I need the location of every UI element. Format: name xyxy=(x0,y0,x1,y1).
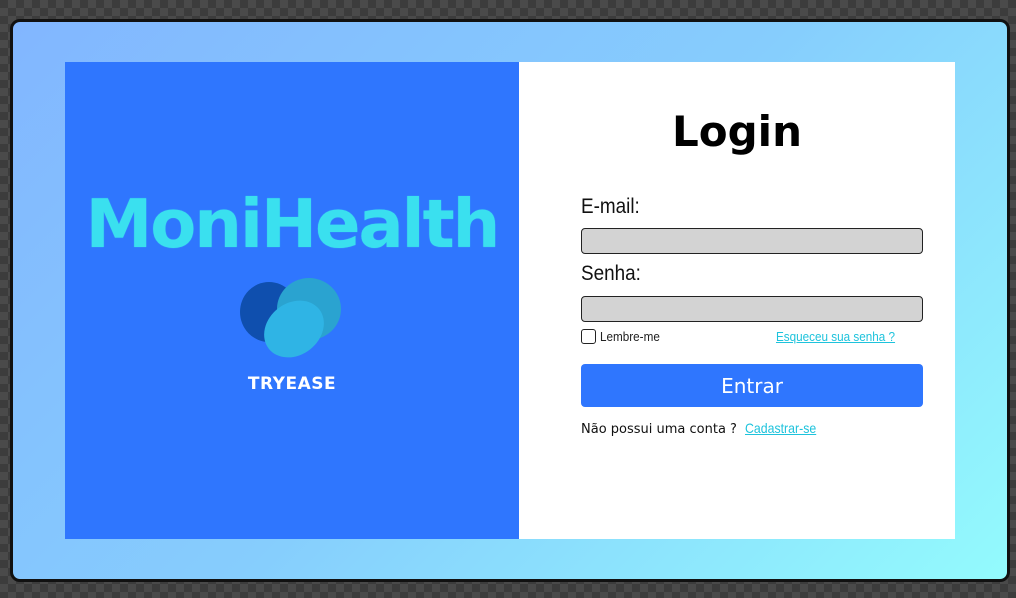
password-field[interactable] xyxy=(581,296,923,322)
brand-name: MoniHealth xyxy=(85,185,501,263)
brand-subtitle: TRYEASE xyxy=(247,374,337,394)
heart-icon xyxy=(240,278,341,358)
login-button[interactable]: Entrar xyxy=(581,364,923,407)
signup-link[interactable]: Cadastrar-se xyxy=(745,420,816,436)
remember-checkbox[interactable] xyxy=(581,329,596,344)
login-title: Login xyxy=(672,107,802,156)
email-field[interactable] xyxy=(581,228,923,254)
remember-label: Lembre-me xyxy=(600,329,660,344)
remember-me[interactable]: Lembre-me xyxy=(581,329,666,344)
app-window: MoniHealth TRYEASE Login E-mail: Senha: … xyxy=(10,19,1010,582)
login-card: MoniHealth TRYEASE Login E-mail: Senha: … xyxy=(65,62,955,539)
brand-panel: MoniHealth TRYEASE xyxy=(65,62,519,539)
email-label: E-mail: xyxy=(581,195,640,218)
password-label: Senha: xyxy=(581,262,641,285)
forgot-password-link[interactable]: Esqueceu sua senha ? xyxy=(776,329,895,344)
no-account-text: Não possui uma conta ? xyxy=(581,422,737,437)
signup-row: Não possui uma conta ? Cadastrar-se xyxy=(581,418,826,437)
login-panel: Login E-mail: Senha: Lembre-me Esqueceu … xyxy=(519,62,955,539)
